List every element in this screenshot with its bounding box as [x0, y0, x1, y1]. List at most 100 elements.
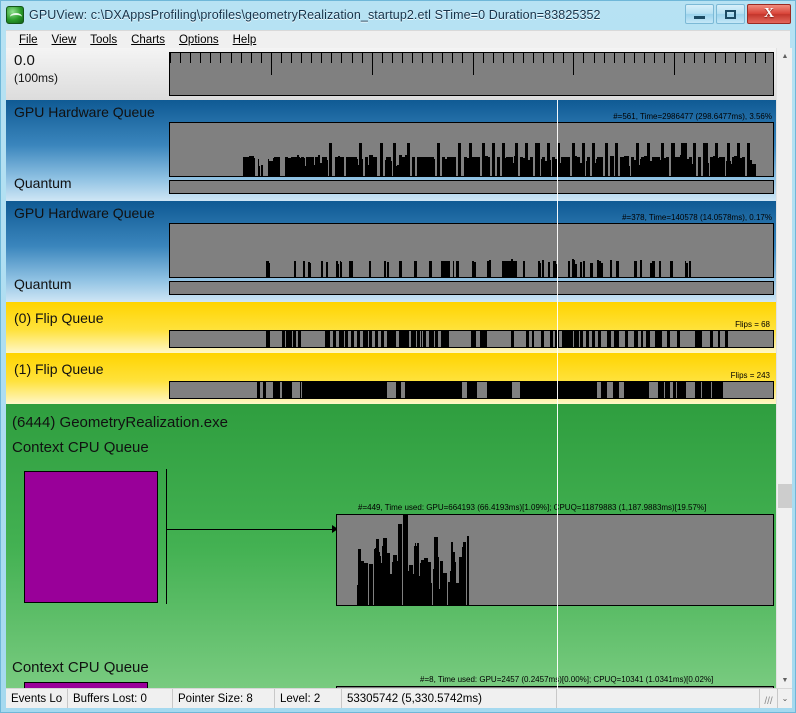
track-gpu-hardware-queue-1[interactable] — [169, 223, 774, 278]
packet-bar — [329, 143, 333, 176]
packet-bar — [429, 261, 433, 277]
time-cursor-line[interactable] — [557, 100, 558, 689]
menu-view[interactable]: View — [45, 33, 84, 47]
packet-bar — [624, 382, 631, 398]
menu-help[interactable]: Help — [226, 33, 264, 47]
packet-bar — [444, 160, 449, 176]
maximize-button[interactable] — [716, 4, 745, 24]
packet-bar — [453, 261, 455, 277]
row-gpu-hardware-queue-0: GPU Hardware Queue #=561, Time=2986477 (… — [6, 100, 776, 201]
row-gpu-hardware-queue-1: GPU Hardware Queue #=378, Time=140578 (1… — [6, 201, 776, 302]
packet-bar — [644, 157, 649, 176]
packet-bar — [420, 331, 423, 347]
packet-bar — [375, 382, 384, 398]
packet-bar — [604, 382, 607, 398]
packet-bar — [587, 157, 590, 176]
scroll-down-button[interactable]: ▼ — [777, 672, 792, 689]
resize-grip-icon[interactable]: /// — [760, 689, 778, 708]
packet-bar — [472, 165, 479, 176]
packet-bar — [640, 331, 643, 347]
packet-bar — [573, 382, 581, 398]
packet-bar — [412, 156, 416, 176]
track-flip-queue-0[interactable] — [169, 330, 774, 348]
menu-tools[interactable]: Tools — [83, 33, 124, 47]
track-quantum-1[interactable] — [169, 281, 774, 295]
packet-bar — [561, 156, 570, 176]
ruler-minor-tick — [594, 53, 595, 63]
packet-bar — [388, 159, 391, 176]
process-title: (6444) GeometryRealization.exe — [12, 414, 228, 431]
packet-bar — [464, 157, 470, 176]
packet-bar — [531, 331, 535, 347]
track-gpu-hardware-queue-0[interactable] — [169, 122, 774, 177]
status-extra — [557, 689, 760, 708]
packet-bar — [281, 382, 290, 398]
row-stats-gpu-hardware-queue-1: #=378, Time=140578 (14.0578ms), 0.17% — [622, 213, 772, 222]
menu-view-label: View — [51, 33, 77, 46]
status-level: Level: 2 — [275, 689, 342, 708]
row-label-flip-queue-1: (1) Flip Queue — [14, 361, 104, 377]
ruler-minor-tick — [180, 53, 181, 63]
track-context-cpu-queue-0[interactable] — [336, 514, 774, 606]
thread-block-0[interactable] — [24, 471, 158, 603]
packet-bar — [680, 154, 682, 176]
packet-bar — [664, 382, 670, 398]
ruler-major-tick — [372, 53, 373, 75]
packet-bar — [382, 563, 387, 605]
packet-bar — [451, 561, 455, 605]
packet-bar — [505, 382, 512, 398]
packet-bar — [504, 159, 507, 176]
minimize-button[interactable] — [685, 4, 714, 24]
packet-bar — [406, 158, 410, 176]
status-events-lost: Events Lo — [6, 689, 68, 708]
scroll-up-button[interactable]: ▲ — [777, 48, 792, 65]
menu-file-label: File — [19, 33, 38, 46]
packet-bar — [439, 591, 443, 605]
menu-options-label: Options — [178, 33, 219, 46]
row-sublabel-quantum-0: Quantum — [14, 175, 72, 191]
track-flip-queue-1[interactable] — [169, 381, 774, 399]
vertical-scrollbar-thumb[interactable] — [778, 484, 792, 508]
menu-help-label: Help — [232, 33, 257, 46]
menu-options[interactable]: Options — [172, 33, 226, 47]
track-quantum-0[interactable] — [169, 180, 774, 194]
packet-bar — [247, 156, 251, 176]
context-stats-0: #=449, Time used: GPU=664193 (66.4193ms)… — [358, 503, 707, 512]
packet-bar — [523, 160, 526, 176]
ruler-minor-tick — [452, 53, 453, 63]
packet-bar — [613, 382, 619, 398]
ruler-minor-tick — [513, 53, 514, 63]
packet-bar — [596, 259, 599, 277]
packet-bar — [676, 331, 681, 347]
ruler-minor-tick — [281, 53, 282, 63]
packet-bar — [607, 331, 611, 347]
packet-bar — [617, 331, 619, 347]
ruler-minor-tick — [644, 53, 645, 63]
packet-bar — [298, 331, 301, 347]
menu-charts[interactable]: Charts — [124, 33, 172, 47]
packet-bar — [522, 261, 526, 277]
packet-bar — [375, 331, 379, 347]
packet-bar — [748, 164, 751, 176]
packet-bar — [340, 261, 343, 277]
packet-bar — [355, 159, 358, 176]
ruler-track[interactable] — [169, 52, 774, 96]
packet-bar — [492, 143, 495, 176]
packet-bar — [501, 261, 517, 277]
packet-bar — [286, 164, 290, 176]
packet-bar — [604, 143, 608, 176]
packet-bar — [641, 382, 645, 398]
vertical-scrollbar[interactable]: ▲ ▼ — [776, 48, 792, 689]
packet-bar — [268, 262, 270, 277]
packet-bar — [421, 559, 424, 605]
packet-bar — [368, 331, 372, 347]
packet-bar — [363, 331, 368, 347]
timeline-canvas[interactable]: 0.0 (100ms) GPU Hardware Queue #=561, Ti… — [6, 48, 776, 689]
menu-file[interactable]: File — [12, 33, 45, 47]
packet-bar — [660, 382, 665, 398]
status-dropdown-icon[interactable]: ⌄ — [778, 689, 792, 708]
ruler-minor-tick — [341, 53, 342, 63]
close-button[interactable]: X — [747, 4, 791, 24]
packet-bar — [649, 263, 653, 277]
packet-bar — [334, 162, 337, 176]
